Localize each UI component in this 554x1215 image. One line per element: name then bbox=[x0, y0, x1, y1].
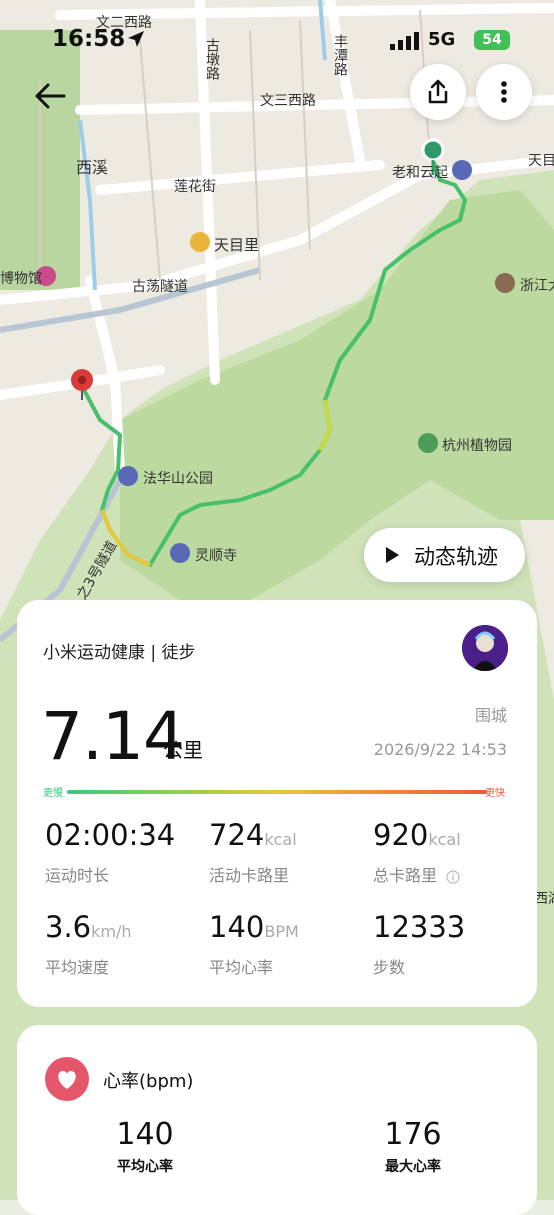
share-icon bbox=[428, 79, 448, 104]
stat-label: 运动时长 bbox=[45, 866, 110, 885]
stat-value: 140 bbox=[209, 910, 265, 944]
stat-duration: 02:00:34 运动时长 bbox=[45, 818, 175, 886]
dynamic-track-label: 动态轨迹 bbox=[414, 545, 498, 569]
hr-max: 176 最大心率 bbox=[353, 1117, 473, 1176]
area-label: 西溪 bbox=[76, 158, 109, 177]
poi-uni-label[interactable]: 浙江大 bbox=[520, 275, 554, 295]
heart-rate-card[interactable]: 心率(bpm) 140 平均心率 176 最大心率 bbox=[17, 1025, 537, 1215]
poi-market-label[interactable]: 天目里 bbox=[214, 234, 259, 255]
more-vertical-icon bbox=[501, 81, 507, 103]
stat-value: 12333 bbox=[373, 910, 466, 944]
play-icon bbox=[386, 547, 399, 563]
hr-avg-label: 平均心率 bbox=[117, 1159, 173, 1175]
poi-park-label[interactable]: 法华山公园 bbox=[143, 468, 213, 488]
datetime-label: 2026/9/22 14:53 bbox=[373, 740, 507, 759]
share-button[interactable] bbox=[410, 64, 466, 120]
hr-avg: 140 平均心率 bbox=[85, 1117, 205, 1176]
stat-label: 平均心率 bbox=[209, 958, 274, 977]
stat-value: 02:00:34 bbox=[45, 818, 176, 852]
hr-max-label: 最大心率 bbox=[385, 1159, 441, 1175]
stat-label: 平均速度 bbox=[45, 958, 110, 977]
stat-unit: km/h bbox=[91, 922, 132, 941]
stat-total-calories: 920kcal 总卡路里 bbox=[373, 818, 461, 886]
poi-garden-label[interactable]: 杭州植物园 bbox=[442, 435, 512, 455]
stat-unit: kcal bbox=[264, 830, 297, 849]
poi-start-label[interactable]: 老和云起 bbox=[392, 162, 448, 182]
heart-badge bbox=[45, 1057, 89, 1101]
road-label: 古荡隧道 bbox=[132, 279, 188, 295]
status-time: 16:58 bbox=[52, 26, 126, 52]
battery-indicator: 54 bbox=[474, 30, 510, 50]
road-label: 莲花街 bbox=[174, 179, 216, 195]
edge-label: 博物馆 bbox=[0, 271, 42, 287]
distance-unit: 公里 bbox=[163, 738, 203, 762]
poi-temple-label[interactable]: 灵顺寺 bbox=[195, 545, 237, 565]
location-label: 围城 bbox=[474, 706, 507, 725]
pace-fast-label: 更快 bbox=[485, 788, 505, 799]
status-bar: 16:58 5G 54 bbox=[0, 26, 554, 56]
road-label: 文三西路 bbox=[260, 93, 316, 109]
stat-unit: kcal bbox=[428, 830, 461, 849]
heart-rate-title: 心率(bpm) bbox=[103, 1071, 194, 1092]
dynamic-track-button[interactable]: 动态轨迹 bbox=[364, 528, 525, 582]
signal-icon bbox=[390, 32, 419, 50]
info-icon[interactable] bbox=[446, 869, 460, 884]
location-arrow-icon bbox=[128, 31, 144, 47]
stat-label: 活动卡路里 bbox=[209, 866, 290, 885]
network-label: 5G bbox=[428, 29, 456, 50]
workout-summary-card: 小米运动健康 | 徒步 7.14 公里 围城 2026/9/22 14:53 更… bbox=[17, 600, 537, 1007]
arrow-left-icon[interactable] bbox=[30, 76, 70, 116]
hr-max-value: 176 bbox=[384, 1117, 442, 1152]
pace-gradient-bar bbox=[67, 790, 487, 794]
heart-icon bbox=[58, 1071, 76, 1089]
pace-slow-label: 更慢 bbox=[43, 788, 63, 799]
stat-steps: 12333 步数 bbox=[373, 910, 465, 978]
hr-avg-value: 140 bbox=[116, 1117, 174, 1152]
edge-label: 西湖 bbox=[534, 891, 554, 907]
stat-value: 920 bbox=[373, 818, 429, 852]
stat-value: 724 bbox=[209, 818, 265, 852]
more-button[interactable] bbox=[476, 64, 532, 120]
stat-value: 3.6 bbox=[45, 910, 92, 944]
edge-label: 天目 bbox=[528, 153, 554, 169]
stat-active-calories: 724kcal 活动卡路里 bbox=[209, 818, 297, 886]
avatar[interactable] bbox=[462, 625, 508, 671]
stat-label: 步数 bbox=[373, 958, 406, 977]
stat-label: 总卡路里 bbox=[373, 866, 438, 885]
stat-unit: BPM bbox=[264, 922, 299, 941]
app-activity-label: 小米运动健康 | 徒步 bbox=[43, 643, 196, 663]
stat-avg-heart-rate: 140BPM 平均心率 bbox=[209, 910, 299, 978]
stat-avg-speed: 3.6km/h 平均速度 bbox=[45, 910, 132, 978]
